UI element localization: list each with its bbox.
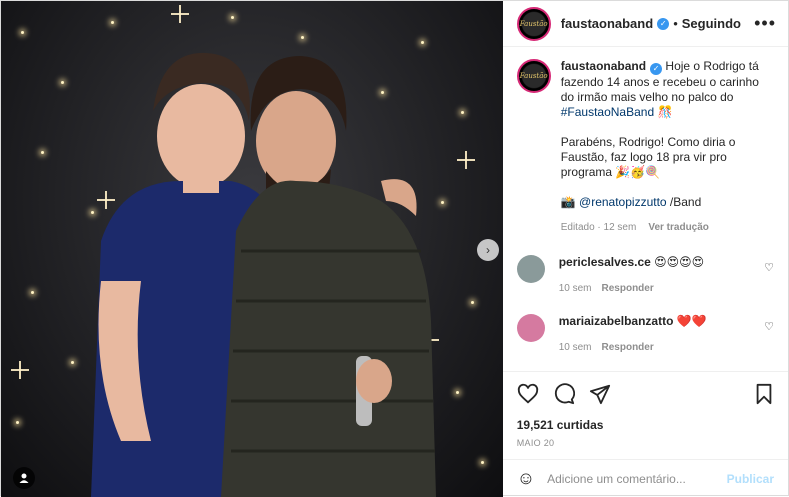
likes-count[interactable]: 19,521 curtidas [517, 418, 774, 432]
comment-time: 10 sem [558, 342, 592, 353]
sparkle [31, 291, 34, 294]
commenter-avatar[interactable] [516, 255, 545, 283]
like-heart-icon[interactable] [517, 383, 539, 405]
avatar-logo: Faustão [519, 19, 548, 28]
next-photo-button[interactable]: › [477, 239, 499, 261]
like-comment-icon[interactable]: ♡ [764, 261, 774, 274]
comment-text: ❤️❤️ [676, 314, 707, 328]
post-date[interactable]: MAIO 20 [517, 438, 774, 448]
post-photo[interactable]: › [1, 1, 503, 497]
separator: • [673, 16, 678, 31]
hashtag-link[interactable]: #FaustaoNaBand [561, 105, 654, 119]
sparkle [61, 81, 64, 84]
sparkle [21, 31, 24, 34]
post-actions: 19,521 curtidas MAIO 20 [502, 371, 788, 459]
sparkle [71, 361, 74, 364]
more-options-icon[interactable]: ••• [754, 13, 776, 34]
sparkle [471, 301, 474, 304]
sparkle [481, 461, 484, 464]
emoji-picker-icon[interactable]: ☺ [517, 468, 535, 489]
user-tag-icon [19, 473, 29, 483]
photo-credit-link[interactable]: @renatopizzutto [579, 195, 667, 209]
comment-item: periclesalves.ce 😍😍😍😍 10 sem Responder ♡ [516, 255, 774, 294]
sparkle [421, 41, 424, 44]
reply-button[interactable]: Responder [602, 283, 654, 294]
sparkle [231, 16, 234, 19]
comments-section: Faustão faustaonaband ✓ Hoje o Rodrigo tá… [503, 47, 788, 371]
sparkle [16, 421, 19, 424]
instagram-post: › Faustão faustaonaband ✓ • Seguindo •••… [0, 0, 789, 497]
sparkle [461, 111, 464, 114]
camera-icon: 📸 [560, 195, 576, 209]
like-comment-icon[interactable]: ♡ [764, 320, 774, 333]
following-button[interactable]: Seguindo [682, 16, 741, 31]
caption-body-2: Parabéns, Rodrigo! Como diria o Faustão,… [560, 135, 736, 179]
comment-composer: ☺ Publicar [502, 459, 788, 497]
account-avatar[interactable]: Faustão [516, 6, 551, 41]
post-header: Faustão faustaonaband ✓ • Seguindo ••• [502, 1, 788, 47]
caption-emoji: 🎊 [654, 105, 673, 119]
person-black-jacket [221, 56, 436, 497]
translate-link[interactable]: Ver tradução [648, 222, 709, 233]
caption-username[interactable]: faustaonaband [561, 59, 646, 73]
edited-timestamp: Editado · 12 sem [560, 222, 637, 233]
publish-button[interactable]: Publicar [727, 472, 774, 486]
comment-input[interactable] [547, 471, 727, 486]
comment-username[interactable]: mariaizabelbanzatto [559, 314, 674, 328]
share-paper-plane-icon[interactable] [589, 383, 611, 405]
caption-meta: Editado · 12 sem Ver tradução [561, 220, 761, 235]
sparkle [41, 151, 44, 154]
header-username[interactable]: faustaonaband [561, 16, 653, 31]
verified-badge-icon: ✓ [657, 17, 670, 30]
sparkle [456, 391, 459, 394]
comment-time: 10 sem [558, 283, 592, 294]
avatar-logo: Faustão [519, 72, 548, 80]
sparkle-star [171, 5, 189, 23]
save-bookmark-icon[interactable] [754, 383, 774, 405]
sparkle-star [457, 151, 475, 169]
sparkle [111, 21, 114, 24]
tagged-users-button[interactable] [13, 467, 35, 489]
caption-avatar[interactable]: Faustão [516, 59, 551, 93]
reply-button[interactable]: Responder [602, 342, 654, 353]
comment-bubble-icon[interactable] [553, 383, 575, 405]
verified-badge-icon: ✓ [650, 63, 663, 75]
comment-username[interactable]: periclesalves.ce [559, 255, 651, 269]
post-sidebar: Faustão faustaonaband ✓ • Seguindo ••• F… [502, 1, 788, 497]
comment-text: 😍😍😍😍 [654, 255, 705, 269]
sparkle [301, 36, 304, 39]
sparkle-star [11, 361, 29, 379]
post-caption: Faustão faustaonaband ✓ Hoje o Rodrigo tá… [516, 59, 774, 235]
commenter-avatar[interactable] [516, 314, 545, 342]
comment-item: mariaizabelbanzatto ❤️❤️ 10 sem Responder… [516, 314, 774, 353]
credit-suffix: /Band [666, 195, 702, 209]
caption-text: faustaonaband ✓ Hoje o Rodrigo tá fazendo… [561, 59, 761, 235]
